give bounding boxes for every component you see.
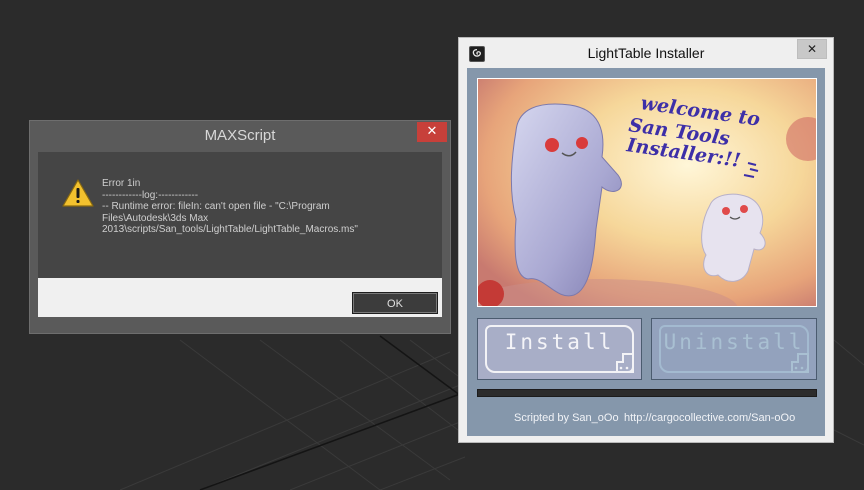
ok-button[interactable]: OK bbox=[352, 292, 438, 314]
error-line: 2013\scripts/San_tools/LightTable/LightT… bbox=[102, 224, 358, 235]
author-credit: Scripted by San_oOo bbox=[514, 412, 619, 424]
installer-footer: Scripted by San_oOo http://cargocollecti… bbox=[467, 412, 825, 428]
uninstall-button[interactable]: Uninstall bbox=[651, 318, 817, 380]
maxscript-message-area: Error 1in ------------log:------------ -… bbox=[38, 152, 442, 278]
installer-title: LightTable Installer bbox=[587, 45, 705, 61]
error-line: ------------log:------------ bbox=[102, 189, 199, 201]
box-doodle-icon bbox=[616, 353, 634, 373]
error-line: Files\Autodesk\3ds Max bbox=[102, 212, 209, 224]
welcome-banner: welcome to San Tools Installer:!! bbox=[477, 78, 817, 307]
maxscript-dialog-title: MAXScript bbox=[204, 127, 276, 144]
author-website-link[interactable]: http://cargocollective.com/San-oOo bbox=[624, 412, 795, 424]
maxscript-error-message: Error 1in ------------log:------------ -… bbox=[102, 178, 432, 236]
install-button[interactable]: Install bbox=[477, 318, 642, 380]
install-progress-bar bbox=[477, 389, 817, 397]
box-doodle-icon bbox=[791, 353, 809, 373]
maxscript-close-button[interactable]: ✕ bbox=[417, 122, 447, 142]
maxscript-dialog: MAXScript ✕ Error 1in ------------log:--… bbox=[29, 120, 451, 334]
installer-content: welcome to San Tools Installer:!! Instal… bbox=[467, 68, 825, 436]
lighttable-installer-window: LightTable Installer ✕ welcome to San To… bbox=[458, 37, 834, 443]
warning-icon bbox=[62, 179, 94, 207]
installer-close-button[interactable]: ✕ bbox=[797, 39, 827, 59]
welcome-illustration: welcome to San Tools Installer:!! bbox=[478, 79, 816, 306]
error-line: -- Runtime error: fileIn: can't open fil… bbox=[102, 201, 330, 212]
maxscript-button-bar: OK bbox=[38, 278, 442, 317]
error-line: Error 1in bbox=[102, 178, 141, 189]
